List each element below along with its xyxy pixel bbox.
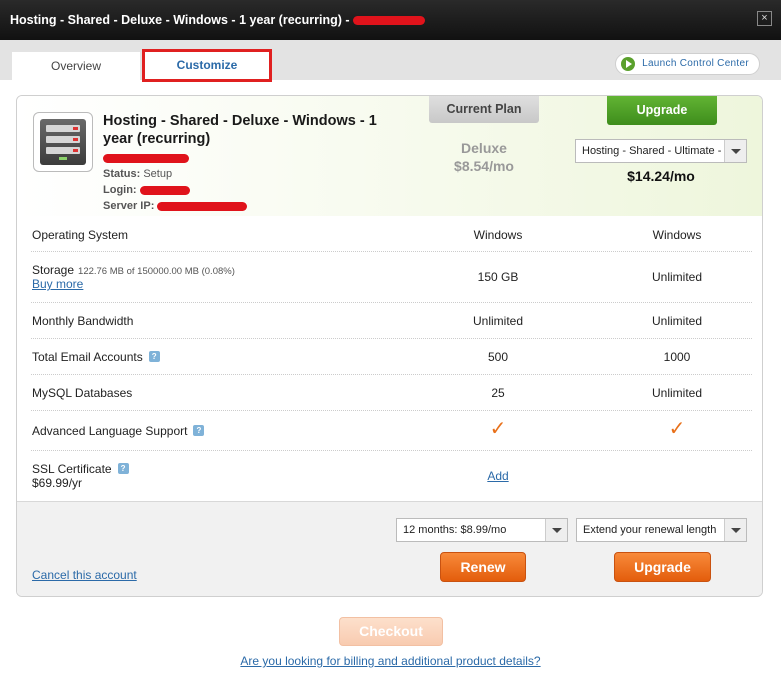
upgrade-button[interactable]: Upgrade	[614, 552, 711, 582]
extend-renewal-selected: Extend your renewal length	[583, 524, 717, 536]
feature-name: Storage	[32, 263, 75, 277]
redaction-mark	[157, 201, 248, 211]
extend-renewal-select[interactable]: Extend your renewal length	[576, 518, 747, 542]
launch-control-center-label: Launch Control Center	[642, 58, 749, 69]
renew-button[interactable]: Renew	[440, 552, 526, 582]
status-label: Status:	[103, 168, 141, 180]
feature-row-monthly-bandwidth: Monthly Bandwidth Unlimited Unlimited	[31, 303, 752, 339]
current-plan-name: Deluxe	[461, 140, 507, 156]
window-titlebar: Hosting - Shared - Deluxe - Windows - 1 …	[0, 0, 781, 40]
tab-overview[interactable]: Overview	[12, 52, 140, 80]
chevron-down-icon	[545, 519, 567, 541]
current-plan-button[interactable]: Current Plan	[429, 96, 539, 123]
redaction-mark	[353, 16, 426, 26]
feature-upgrade-value: Unlimited	[651, 270, 702, 284]
feature-name: SSL Certificate	[32, 462, 112, 476]
feature-upgrade-value: Unlimited	[651, 386, 702, 400]
feature-row-operating-system: Operating System Windows Windows	[31, 218, 752, 252]
feature-row-total-email-accounts: Total Email Accounts? 500 1000	[31, 339, 752, 375]
feature-current-value: 500	[487, 350, 509, 364]
feature-current-value: Unlimited	[472, 314, 523, 328]
feature-current-value: 25	[491, 386, 505, 400]
feature-name: Operating System	[32, 228, 129, 242]
plan-footer: 12 months: $8.99/mo Extend your renewal …	[17, 501, 762, 596]
cancel-account-link[interactable]: Cancel this account	[32, 568, 137, 582]
help-icon[interactable]: ?	[193, 425, 205, 436]
upgrade-plan-button[interactable]: Upgrade	[607, 96, 717, 125]
feature-row-storage: Storage 122.76 MB of 150000.00 MB (0.08%)…	[31, 252, 752, 303]
help-icon[interactable]: ?	[148, 351, 160, 362]
launch-control-center-button[interactable]: Launch Control Center	[615, 53, 760, 75]
feature-name: MySQL Databases	[32, 386, 133, 400]
upgrade-plan-selected: Hosting - Shared - Ultimate -	[582, 145, 722, 157]
window-title-text: Hosting - Shared - Deluxe - Windows - 1 …	[10, 13, 350, 27]
billing-details-link[interactable]: Are you looking for billing and addition…	[240, 654, 540, 668]
feature-name: Advanced Language Support	[32, 424, 188, 438]
renew-term-select[interactable]: 12 months: $8.99/mo	[396, 518, 568, 542]
plan-header: Hosting - Shared - Deluxe - Windows - 1 …	[17, 96, 762, 216]
close-icon[interactable]: ×	[757, 11, 772, 26]
feature-upgrade-value: Windows	[652, 228, 702, 242]
help-icon[interactable]: ?	[117, 463, 129, 474]
tab-bar: Overview Customize Launch Control Center	[0, 40, 781, 82]
status-value: Setup	[143, 168, 173, 180]
ssl-price: $69.99/yr	[32, 476, 83, 490]
feature-row-advanced-language-support: Advanced Language Support? ✓ ✓	[31, 411, 752, 451]
play-icon	[621, 57, 636, 71]
checkout-button[interactable]: Checkout	[339, 617, 443, 646]
feature-current-value: 150 GB	[477, 270, 519, 284]
feature-upgrade-value: 1000	[663, 350, 691, 364]
current-plan-price: $8.54/mo	[454, 158, 514, 174]
feature-row-ssl-certificate: SSL Certificate? $69.99/yr Add	[31, 451, 752, 501]
tab-customize[interactable]: Customize	[142, 49, 272, 82]
feature-row-mysql-databases: MySQL Databases 25 Unlimited	[31, 375, 752, 411]
server-ip-label: Server IP:	[103, 200, 155, 212]
upgrade-plan-select[interactable]: Hosting - Shared - Ultimate -	[575, 139, 747, 163]
plan-panel: Hosting - Shared - Deluxe - Windows - 1 …	[16, 95, 763, 597]
plan-title: Hosting - Shared - Deluxe - Windows - 1 …	[103, 113, 377, 147]
window-title: Hosting - Shared - Deluxe - Windows - 1 …	[10, 13, 426, 27]
chevron-down-icon	[724, 519, 746, 541]
feature-upgrade-value: Unlimited	[651, 314, 702, 328]
storage-usage: 122.76 MB of 150000.00 MB (0.08%)	[78, 266, 235, 277]
redaction-mark	[139, 185, 190, 195]
billing-details-link-container: Are you looking for billing and addition…	[0, 654, 781, 668]
feature-current-value: Windows	[473, 228, 523, 242]
feature-name: Monthly Bandwidth	[32, 314, 134, 328]
feature-name: Total Email Accounts	[32, 350, 143, 364]
checkmark-icon: ✓	[489, 418, 507, 440]
upgrade-plan-price: $14.24/mo	[627, 168, 695, 184]
server-icon	[33, 112, 93, 172]
renew-term-selected: 12 months: $8.99/mo	[403, 524, 507, 536]
ssl-add-link[interactable]: Add	[433, 469, 563, 483]
redaction-mark	[103, 153, 189, 163]
checkmark-icon: ✓	[668, 418, 686, 440]
chevron-down-icon	[724, 140, 746, 162]
plan-details: Status: Setup Login: Server IP:	[103, 150, 248, 214]
login-label: Login:	[103, 184, 137, 196]
buy-more-link[interactable]: Buy more	[32, 277, 83, 291]
